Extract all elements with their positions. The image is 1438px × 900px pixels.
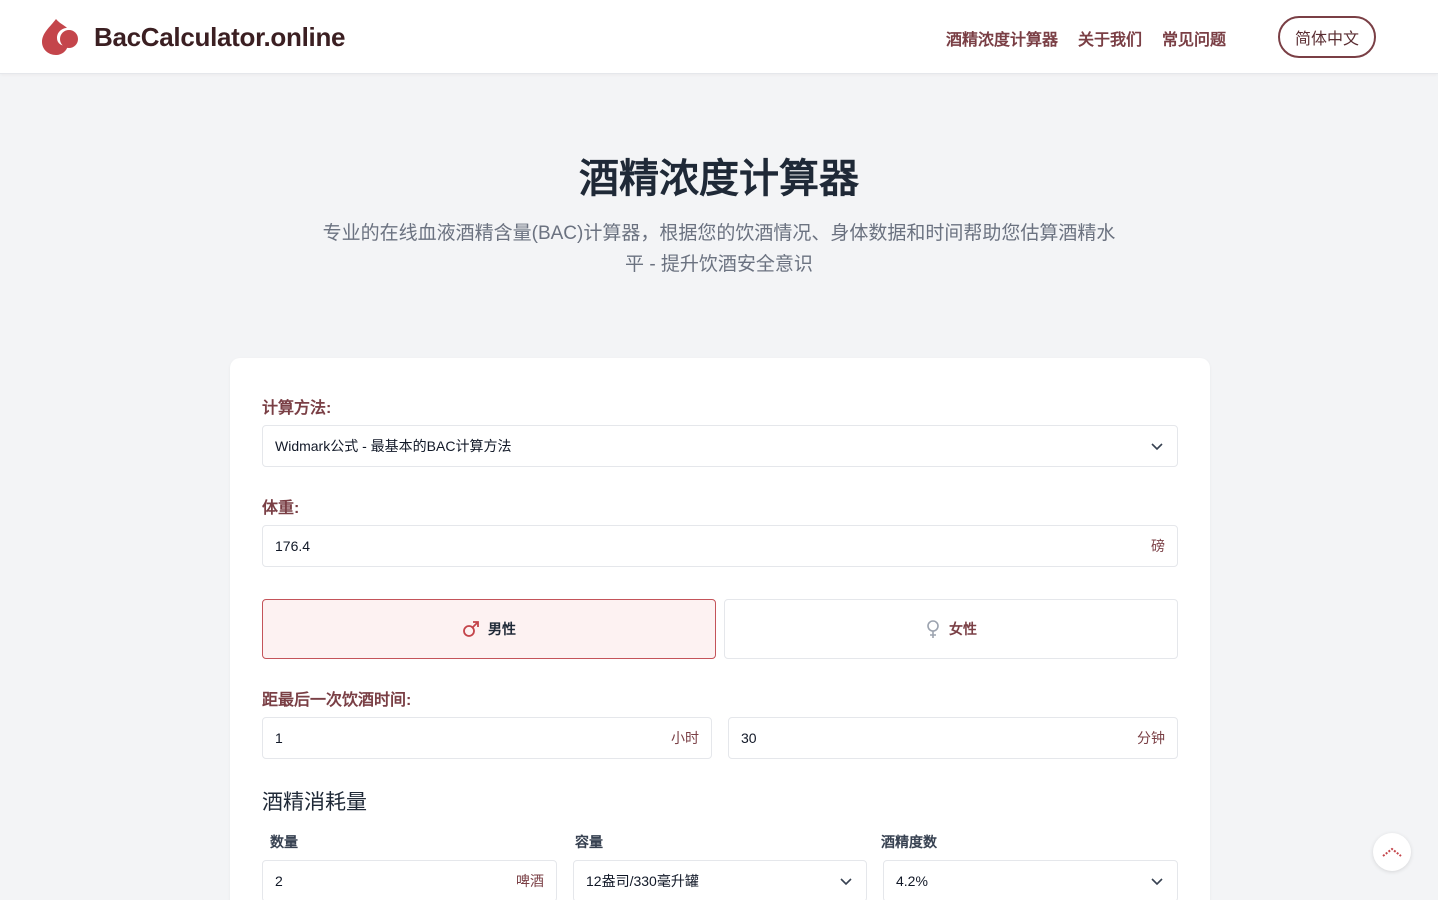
quantity-label: 数量 xyxy=(270,834,298,850)
method-select[interactable]: Widmark公式 - 最基本的BAC计算方法 xyxy=(262,425,1178,467)
male-icon xyxy=(463,621,479,637)
quantity-input[interactable]: 2 啤酒 xyxy=(262,860,557,900)
volume-label: 容量 xyxy=(575,834,603,850)
minutes-input-value: 30 xyxy=(741,730,757,746)
calculator-card: 计算方法: Widmark公式 - 最基本的BAC计算方法 体重: 176.4 … xyxy=(230,358,1210,900)
hours-unit: 小时 xyxy=(671,730,699,746)
page-title: 酒精浓度计算器 xyxy=(579,157,859,201)
language-button[interactable]: 简体中文 xyxy=(1278,16,1376,58)
subtitle-line-1: 专业的在线血液酒精含量(BAC)计算器，根据您的饮酒情况、身体数据和时间帮助您估… xyxy=(322,223,1116,244)
gender-male-label: 男性 xyxy=(488,621,516,637)
hours-input-value: 1 xyxy=(275,730,283,746)
top-navigation-bar: BacCalculator.online 酒精浓度计算器 关于我们 常见问题 简… xyxy=(0,0,1438,74)
weight-unit: 磅 xyxy=(1151,538,1165,554)
page-subtitle: 专业的在线血液酒精含量(BAC)计算器，根据您的饮酒情况、身体数据和时间帮助您估… xyxy=(314,218,1124,280)
minutes-unit: 分钟 xyxy=(1137,730,1165,746)
weight-input-value: 176.4 xyxy=(275,538,311,554)
nav-link-faq[interactable]: 常见问题 xyxy=(1162,26,1226,50)
weight-input[interactable]: 176.4 磅 xyxy=(262,525,1178,567)
quantity-unit: 啤酒 xyxy=(516,873,544,889)
nav-link-calculator[interactable]: 酒精浓度计算器 xyxy=(946,26,1058,50)
main-nav: 酒精浓度计算器 关于我们 常见问题 xyxy=(946,26,1226,50)
hours-input[interactable]: 1 小时 xyxy=(262,717,712,759)
weight-label: 体重: xyxy=(262,500,300,517)
nav-link-about[interactable]: 关于我们 xyxy=(1078,26,1142,50)
scroll-top-button[interactable] xyxy=(1373,833,1411,871)
time-label: 距最后一次饮酒时间: xyxy=(262,692,412,709)
site-logo[interactable]: BacCalculator.online xyxy=(40,17,345,57)
method-label: 计算方法: xyxy=(262,400,332,417)
chevron-down-icon xyxy=(840,878,852,886)
chevron-down-icon xyxy=(1151,443,1163,451)
volume-select-value: 12盎司/330毫升罐 xyxy=(586,873,699,889)
chevron-down-icon xyxy=(1151,878,1163,886)
logo-drop-icon xyxy=(42,19,78,55)
gender-male-button[interactable]: 男性 xyxy=(262,599,716,659)
gender-female-button[interactable]: 女性 xyxy=(724,599,1178,659)
subtitle-line-2: 平 - 提升饮酒安全意识 xyxy=(625,254,813,275)
quantity-input-value: 2 xyxy=(275,873,283,889)
gender-female-label: 女性 xyxy=(949,621,977,637)
abv-label: 酒精度数 xyxy=(881,834,937,850)
female-icon xyxy=(927,620,939,638)
alcohol-section-title: 酒精消耗量 xyxy=(262,791,367,814)
volume-select[interactable]: 12盎司/330毫升罐 xyxy=(573,860,867,900)
abv-select-value: 4.2% xyxy=(896,873,928,889)
scroll-top-icon xyxy=(1382,847,1402,857)
method-select-value: Widmark公式 - 最基本的BAC计算方法 xyxy=(275,438,512,454)
minutes-input[interactable]: 30 分钟 xyxy=(728,717,1178,759)
logo-text: BacCalculator.online xyxy=(94,21,346,52)
abv-select[interactable]: 4.2% xyxy=(883,860,1178,900)
